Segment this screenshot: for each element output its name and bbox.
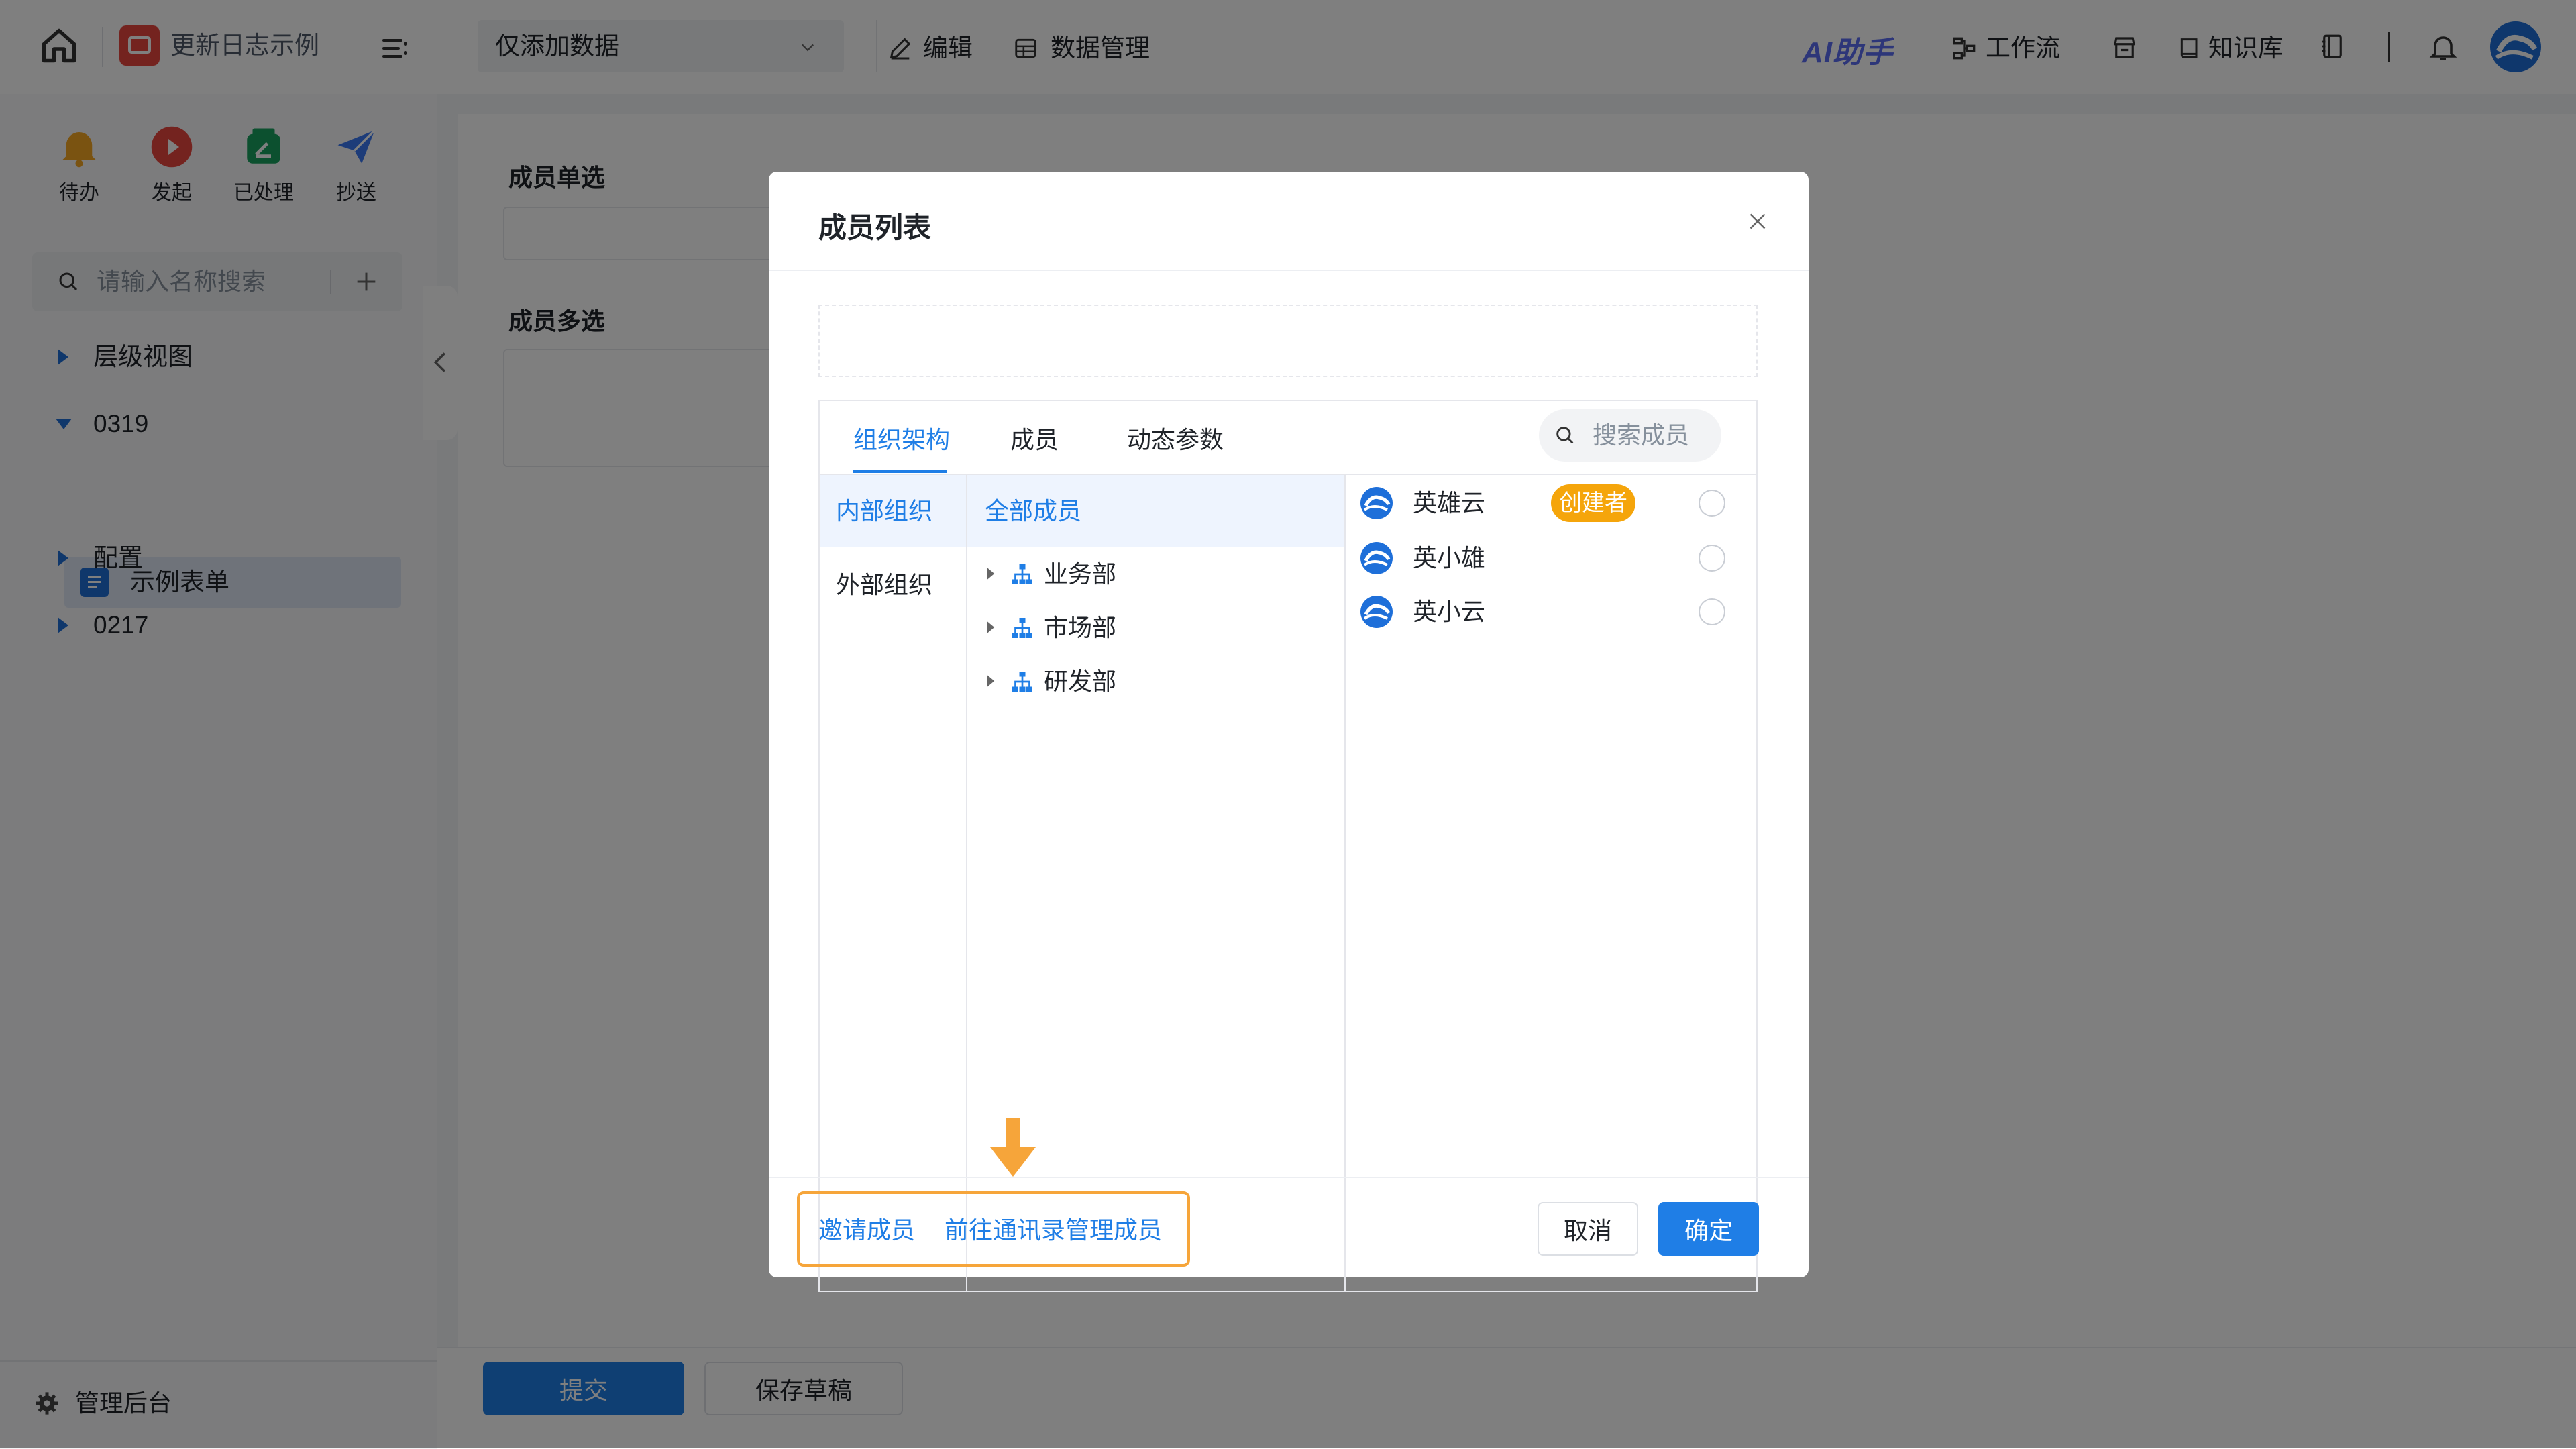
creator-badge: 创建者 [1551,484,1635,522]
member-list-dialog: 成员列表 组织架构 成员 动态参数 搜索成员 内部组织 外部组织 全部成员 业务… [769,172,1809,1292]
dept-label: 市场部 [1044,614,1117,641]
dialog-title: 成员列表 [818,212,932,244]
all-members-item[interactable]: 全部成员 [967,475,1344,547]
dept-item[interactable]: 市场部 [983,606,1344,649]
cancel-button[interactable]: 取消 [1538,1202,1638,1256]
member-search-input[interactable]: 搜索成员 [1593,419,1689,451]
org-type-label: 内部组织 [836,497,933,525]
member-name: 英雄云 [1413,489,1486,517]
active-tab-indicator [853,470,947,473]
member-name: 英小雄 [1413,544,1486,572]
close-icon[interactable] [1746,209,1770,233]
divider [769,270,1809,271]
caret-right-icon [987,675,995,687]
selected-members-box[interactable] [818,305,1758,377]
picker-tabs: 组织架构 成员 动态参数 搜索成员 [818,400,1758,474]
member-name: 英小云 [1413,598,1486,625]
org-type-internal[interactable]: 内部组织 [820,475,966,547]
member-management-highlight: 邀请成员 前往通讯录管理成员 [797,1191,1190,1267]
member-radio[interactable] [1699,490,1725,517]
dept-label: 业务部 [1044,560,1117,588]
arrow-down-icon [987,1118,1038,1178]
member-avatar [1360,596,1393,628]
org-tree-icon [1012,672,1032,692]
member-item[interactable]: 英雄云 创建者 [1346,479,1756,527]
member-item[interactable]: 英小雄 [1346,534,1756,582]
dept-item[interactable]: 业务部 [983,553,1344,596]
member-avatar [1360,542,1393,574]
member-radio[interactable] [1699,545,1725,572]
invite-members-link[interactable]: 邀请成员 [818,1214,915,1246]
tab-members[interactable]: 成员 [1010,424,1059,456]
search-icon [1556,427,1574,444]
confirm-button[interactable]: 确定 [1658,1202,1759,1256]
org-tree-icon [1012,564,1032,584]
member-search[interactable]: 搜索成员 [1539,409,1721,462]
all-members-label: 全部成员 [985,497,1082,525]
member-avatar [1360,487,1393,519]
tab-org-structure[interactable]: 组织架构 [853,424,950,456]
caret-right-icon [987,568,995,580]
member-item[interactable]: 英小云 [1346,588,1756,636]
org-type-external[interactable]: 外部组织 [820,549,966,621]
goto-contacts-link[interactable]: 前往通讯录管理成员 [945,1214,1162,1246]
divider [769,1177,1809,1178]
org-type-label: 外部组织 [836,571,933,598]
tab-dynamic-params[interactable]: 动态参数 [1127,424,1224,456]
divider [966,475,967,1292]
dept-label: 研发部 [1044,667,1117,695]
member-picker: 组织架构 成员 动态参数 搜索成员 内部组织 外部组织 全部成员 业务部 市场部… [818,400,1758,1292]
member-radio[interactable] [1699,598,1725,625]
dept-item[interactable]: 研发部 [983,660,1344,703]
org-tree-icon [1012,618,1032,638]
caret-right-icon [987,621,995,633]
